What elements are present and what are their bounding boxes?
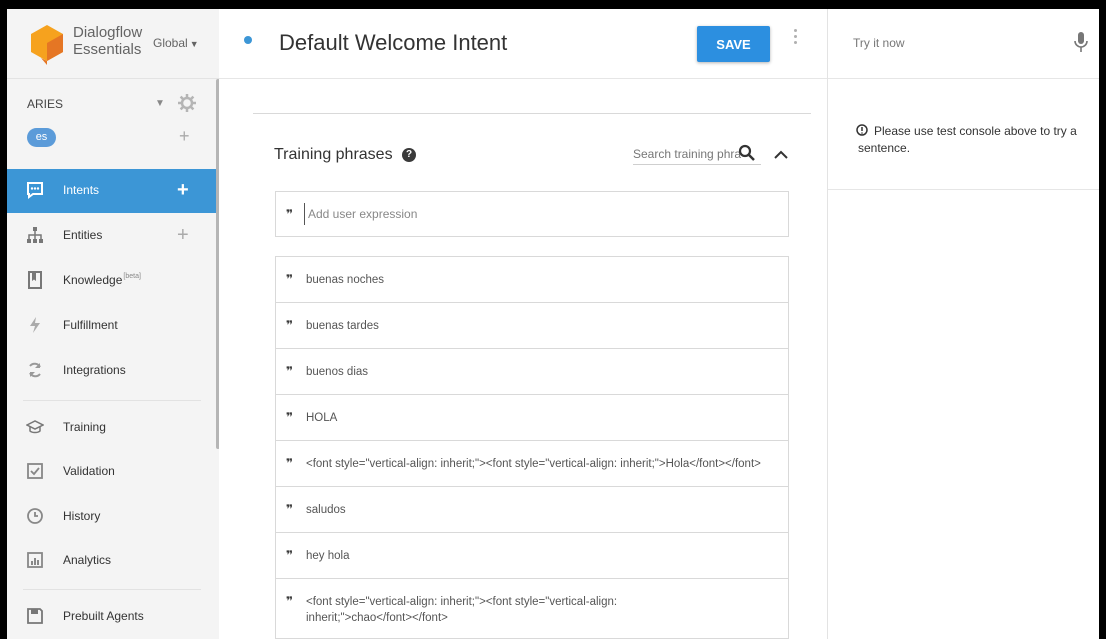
- sidebar-item-label: Prebuilt Agents: [63, 609, 144, 623]
- try-it-now-input[interactable]: [853, 33, 1063, 53]
- console-hint-text: Please use test console above to try a s…: [858, 124, 1077, 155]
- region-selector[interactable]: Global ▼: [153, 36, 199, 50]
- status-dot: [244, 36, 252, 44]
- brand-name: Dialogflow Essentials: [73, 24, 143, 58]
- sidebar-item-label: Validation: [63, 464, 115, 478]
- chevron-up-icon[interactable]: [773, 148, 789, 160]
- quote-icon: ❞: [286, 410, 294, 424]
- beta-badge: [beta]: [123, 273, 141, 280]
- microphone-icon[interactable]: [1074, 31, 1088, 53]
- sidebar-item-analytics[interactable]: Analytics: [7, 539, 219, 583]
- add-user-expression-input[interactable]: [304, 203, 774, 225]
- console-message-area: Please use test console above to try a s…: [828, 79, 1099, 190]
- quote-icon: ❞: [286, 364, 294, 378]
- sidebar-item-label: Knowledge[beta]: [63, 273, 141, 287]
- training-phrase-text[interactable]: buenas tardes: [306, 318, 778, 334]
- training-phrases-title: Training phrases: [274, 146, 393, 163]
- validation-icon: [27, 463, 43, 479]
- search-icon[interactable]: [738, 144, 756, 162]
- analytics-icon: [27, 552, 43, 568]
- sidebar-item-intents[interactable]: Intents +: [7, 169, 219, 213]
- history-icon: [27, 508, 43, 524]
- entities-icon: [27, 227, 43, 243]
- quote-icon: ❞: [286, 318, 294, 332]
- help-icon[interactable]: ?: [402, 148, 416, 162]
- intent-editor: Default Welcome Intent SAVE Training phr…: [219, 9, 827, 639]
- dialogflow-logo-icon[interactable]: [31, 25, 63, 65]
- add-expression-box: ❞: [275, 191, 789, 237]
- try-it-now-bar: [828, 9, 1099, 79]
- training-phrase-list: ❞ buenas noches ❞ buenas tardes ❞ buenos…: [275, 256, 789, 639]
- training-phrase-row[interactable]: ❞ HOLA: [276, 395, 788, 441]
- sidebar-item-history[interactable]: History: [7, 495, 219, 539]
- agent-selector[interactable]: ARIES ▼: [27, 93, 197, 115]
- language-chip[interactable]: es: [27, 128, 56, 147]
- training-phrase-text[interactable]: buenas noches: [306, 272, 778, 288]
- sidebar-item-integrations[interactable]: Integrations: [7, 349, 219, 393]
- sidebar-item-training[interactable]: Training: [7, 406, 219, 450]
- gear-icon[interactable]: [177, 93, 197, 113]
- training-phrase-text[interactable]: <font style="vertical-align: inherit;"><…: [306, 456, 778, 472]
- training-phrase-row[interactable]: ❞ <font style="vertical-align: inherit;"…: [276, 579, 788, 639]
- sidebar: Dialogflow Essentials Global▼ ARIES ▼ e: [7, 9, 220, 639]
- sidebar-item-label: Fulfillment: [63, 318, 118, 332]
- sidebar-item-knowledge[interactable]: Knowledge[beta]: [7, 259, 219, 303]
- integrations-icon: [29, 362, 41, 378]
- sidebar-item-prebuilt-agents[interactable]: Prebuilt Agents: [7, 595, 219, 639]
- training-phrase-row[interactable]: ❞ buenas noches: [276, 257, 788, 303]
- sidebar-item-fulfillment[interactable]: Fulfillment: [7, 304, 219, 348]
- sidebar-item-label: Training: [63, 420, 106, 434]
- sidebar-item-label: History: [63, 509, 101, 523]
- save-button[interactable]: SAVE: [697, 26, 770, 62]
- training-phrase-text[interactable]: hey hola: [306, 548, 778, 564]
- intents-icon: [27, 182, 43, 199]
- training-phrase-text[interactable]: buenos dias: [306, 364, 778, 380]
- add-language-icon[interactable]: +: [179, 126, 190, 147]
- agent-name: ARIES: [27, 97, 64, 111]
- prebuilt-agents-icon: [27, 608, 43, 624]
- quote-icon: ❞: [286, 548, 294, 562]
- sidebar-item-validation[interactable]: Validation: [7, 450, 219, 494]
- quote-icon: ❞: [286, 594, 294, 608]
- quote-icon: ❞: [286, 207, 294, 221]
- quote-icon: ❞: [286, 272, 294, 286]
- app-window: Dialogflow Essentials Global▼ ARIES ▼ e: [7, 9, 1099, 639]
- training-icon: [26, 420, 44, 434]
- training-phrase-row[interactable]: ❞ <font style="vertical-align: inherit;"…: [276, 441, 788, 487]
- training-phrase-row[interactable]: ❞ buenas tardes: [276, 303, 788, 349]
- training-phrase-text[interactable]: <font style="vertical-align: inherit;"><…: [306, 594, 698, 626]
- training-phrase-row[interactable]: ❞ saludos: [276, 487, 788, 533]
- add-intent-icon[interactable]: +: [177, 179, 189, 202]
- brand-header: Dialogflow Essentials Global ▼: [7, 9, 219, 79]
- quote-icon: ❞: [286, 502, 294, 516]
- intent-title[interactable]: Default Welcome Intent: [279, 30, 507, 56]
- knowledge-icon: [28, 271, 42, 289]
- caret-down-icon: ▼: [189, 39, 199, 49]
- fulfillment-icon: [30, 317, 40, 333]
- sidebar-item-label: Analytics: [63, 553, 112, 567]
- sidebar-divider: [23, 400, 201, 401]
- sidebar-item-label: Integrations: [63, 363, 126, 377]
- language-row: es +: [27, 126, 197, 152]
- training-phrase-text[interactable]: saludos: [306, 502, 778, 518]
- training-phrase-text[interactable]: HOLA: [306, 410, 778, 426]
- more-options-icon[interactable]: [793, 29, 799, 51]
- training-phrase-row[interactable]: ❞ buenos dias: [276, 349, 788, 395]
- sidebar-item-entities[interactable]: Entities +: [7, 214, 219, 258]
- training-phrase-row[interactable]: ❞ hey hola: [276, 533, 788, 579]
- intent-header: Default Welcome Intent SAVE: [219, 9, 827, 79]
- add-entity-icon[interactable]: +: [177, 224, 189, 247]
- quote-icon: ❞: [286, 456, 294, 470]
- sidebar-item-label: Entities: [63, 228, 103, 242]
- caret-down-icon[interactable]: ▼: [155, 98, 165, 109]
- sidebar-item-label: Intents: [63, 183, 100, 197]
- test-console: Please use test console above to try a s…: [827, 9, 1099, 639]
- sidebar-divider: [23, 589, 201, 590]
- section-divider: [253, 113, 811, 114]
